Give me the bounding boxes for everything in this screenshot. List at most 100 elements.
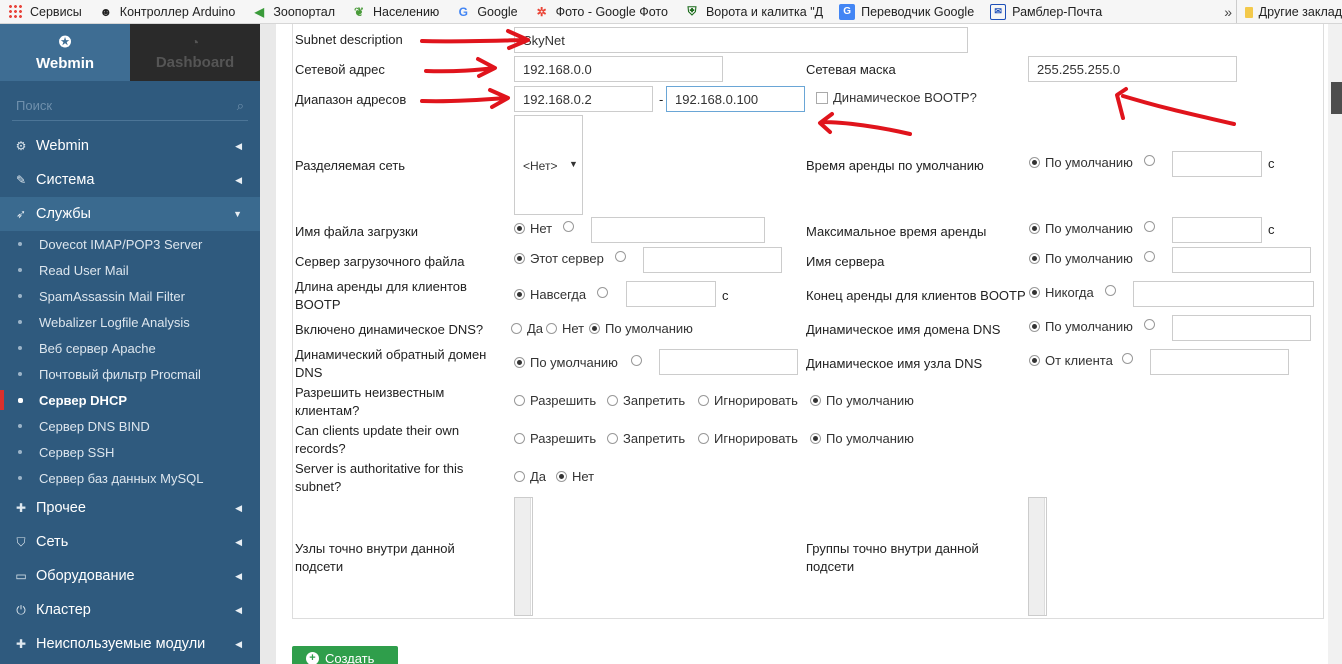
sidebar-sub-dovecot[interactable]: Dovecot IMAP/POP3 Server bbox=[0, 231, 260, 257]
netmask-input[interactable]: 255.255.255.0 bbox=[1028, 56, 1237, 82]
bookmark-google-photos[interactable]: ✲ Фото - Google Фото bbox=[526, 0, 676, 23]
updates-deny-radio[interactable]: Запретить bbox=[607, 431, 685, 446]
ddns-yes-radio[interactable]: Да bbox=[511, 321, 543, 336]
tab-webmin[interactable]: ✪ Webmin bbox=[0, 24, 130, 81]
ddns-rev-custom-radio[interactable] bbox=[631, 355, 642, 366]
server-name-custom-radio[interactable] bbox=[1144, 251, 1155, 262]
ddns-host-custom-radio[interactable] bbox=[1122, 353, 1133, 364]
bootp-end-custom-radio[interactable] bbox=[1105, 285, 1116, 296]
server-name-default-radio[interactable]: По умолчанию bbox=[1029, 251, 1133, 266]
zooportal-icon: ◀ bbox=[254, 4, 264, 19]
ddns-rev-input[interactable] bbox=[659, 349, 798, 375]
scrollbar[interactable] bbox=[1328, 24, 1342, 664]
hosts-listbox[interactable] bbox=[514, 497, 533, 616]
boot-server-custom-radio[interactable] bbox=[615, 251, 626, 262]
updates-default-radio[interactable]: По умолчанию bbox=[810, 431, 914, 446]
updates-ignore-radio[interactable]: Игнорировать bbox=[698, 431, 798, 446]
network-address-input[interactable]: 192.168.0.0 bbox=[514, 56, 723, 82]
unknown-ignore-radio[interactable]: Игнорировать bbox=[698, 393, 798, 408]
bookmark-arduino[interactable]: ☻ Контроллер Arduino bbox=[90, 0, 244, 23]
bootp-lease-input[interactable] bbox=[626, 281, 716, 307]
ddns-domain-default-radio[interactable]: По умолчанию bbox=[1029, 319, 1133, 334]
webmin-logo-icon: ✪ bbox=[58, 34, 72, 51]
unknown-deny-radio[interactable]: Запретить bbox=[607, 393, 685, 408]
bookmarks-more-button[interactable]: » bbox=[1224, 0, 1232, 23]
ddns-domain-custom-radio[interactable] bbox=[1144, 319, 1155, 330]
dynamic-bootp-checkbox[interactable]: Динамическое BOOTP? bbox=[816, 90, 977, 105]
sidebar-sub-mysql[interactable]: Сервер баз данных MySQL bbox=[0, 465, 260, 491]
other-bookmarks[interactable]: Другие заклад bbox=[1236, 0, 1342, 23]
sidebar-sub-spamassassin[interactable]: SpamAssassin Mail Filter bbox=[0, 283, 260, 309]
label-subnet-description: Subnet description bbox=[295, 32, 403, 47]
boot-file-none-radio[interactable]: Нет bbox=[514, 221, 552, 236]
bookmark-gates[interactable]: ⛨ Ворота и калитка "Д bbox=[676, 0, 831, 23]
scrollbar-thumb[interactable] bbox=[1331, 82, 1342, 114]
max-lease-default-radio[interactable]: По умолчанию bbox=[1029, 221, 1133, 236]
label-boot-server: Сервер загрузочного файла bbox=[295, 254, 465, 269]
ddns-no-radio[interactable]: Нет bbox=[546, 321, 584, 336]
boot-server-this-radio[interactable]: Этот сервер bbox=[514, 251, 604, 266]
bookmark-zooportal[interactable]: ◀ Зоопортал bbox=[243, 0, 343, 23]
sidebar-sub-ssh[interactable]: Сервер SSH bbox=[0, 439, 260, 465]
bookmark-naseleniyu[interactable]: ❦ Населению bbox=[343, 0, 447, 23]
bootp-end-never-radio[interactable]: Никогда bbox=[1029, 285, 1094, 300]
sidebar-sub-apache[interactable]: Веб сервер Apache bbox=[0, 335, 260, 361]
ddns-host-input[interactable] bbox=[1150, 349, 1289, 375]
unknown-default-radio[interactable]: По умолчанию bbox=[810, 393, 914, 408]
bookmark-translate[interactable]: G Переводчик Google bbox=[831, 0, 982, 23]
range-end-input[interactable]: 192.168.0.100 bbox=[666, 86, 805, 112]
ddns-domain-input[interactable] bbox=[1172, 315, 1311, 341]
sidebar-item-services[interactable]: ➶ Службы ▼ bbox=[0, 197, 260, 231]
google-icon: G bbox=[458, 4, 468, 19]
default-lease-default-radio[interactable]: По умолчанию bbox=[1029, 155, 1133, 170]
sidebar-item-unused[interactable]: ✚ Неиспользуемые модули ◀ bbox=[0, 627, 260, 661]
sidebar-sub-bind[interactable]: Сервер DNS BIND bbox=[0, 413, 260, 439]
sidebar: ✪ Webmin ◔ Dashboard Поиск ⌕ ⚙ Webmin ◀ ✎ С… bbox=[0, 24, 260, 664]
ddns-default-radio[interactable]: По умолчанию bbox=[589, 321, 693, 336]
max-lease-input[interactable] bbox=[1172, 217, 1262, 243]
label-boot-file: Имя файла загрузки bbox=[295, 224, 418, 239]
sidebar-item-network[interactable]: ⛉ Сеть ◀ bbox=[0, 525, 260, 559]
search-input[interactable]: Поиск ⌕ bbox=[12, 91, 248, 121]
shared-network-select[interactable]: <Нет> ▼ bbox=[514, 115, 583, 215]
bookmark-rambler[interactable]: ✉ Рамблер-Почта bbox=[982, 0, 1110, 23]
sidebar-item-system[interactable]: ✎ Система ◀ bbox=[0, 163, 260, 197]
sidebar-item-hardware[interactable]: ▭ Оборудование ◀ bbox=[0, 559, 260, 593]
label-default-lease: Время аренды по умолчанию bbox=[806, 158, 984, 173]
bookmark-apps[interactable]: Сервисы bbox=[0, 0, 90, 23]
default-lease-input[interactable] bbox=[1172, 151, 1262, 177]
updates-allow-radio[interactable]: Разрешить bbox=[514, 431, 596, 446]
sidebar-item-webmin[interactable]: ⚙ Webmin ◀ bbox=[0, 129, 260, 163]
boot-file-input[interactable] bbox=[591, 217, 765, 243]
ddns-rev-default-radio[interactable]: По умолчанию bbox=[514, 355, 618, 370]
sidebar-sub-read-user-mail[interactable]: Read User Mail bbox=[0, 257, 260, 283]
authoritative-yes-radio[interactable]: Да bbox=[514, 469, 546, 484]
sidebar-sub-webalizer[interactable]: Webalizer Logfile Analysis bbox=[0, 309, 260, 335]
range-start-input[interactable]: 192.168.0.2 bbox=[514, 86, 653, 112]
default-lease-custom-radio[interactable] bbox=[1144, 155, 1155, 166]
tab-dashboard[interactable]: ◔ Dashboard bbox=[130, 24, 260, 81]
boot-server-input[interactable] bbox=[643, 247, 782, 273]
bootp-end-input[interactable] bbox=[1133, 281, 1314, 307]
label-shared-network: Разделяемая сеть bbox=[295, 158, 406, 173]
unknown-allow-radio[interactable]: Разрешить bbox=[514, 393, 596, 408]
subnet-description-input[interactable]: SkyNet bbox=[514, 27, 968, 53]
sidebar-sub-dhcp[interactable]: Сервер DHCP bbox=[0, 387, 260, 413]
max-lease-custom-radio[interactable] bbox=[1144, 221, 1155, 232]
authoritative-no-radio[interactable]: Нет bbox=[556, 469, 594, 484]
label-ddns-host: Динамическое имя узла DNS bbox=[806, 356, 983, 371]
ddns-host-client-radio[interactable]: От клиента bbox=[1029, 353, 1113, 368]
sidebar-item-other[interactable]: ✚ Прочее ◀ bbox=[0, 491, 260, 525]
server-name-input[interactable] bbox=[1172, 247, 1311, 273]
groups-listbox[interactable] bbox=[1028, 497, 1047, 616]
bootp-lease-unit: с bbox=[722, 288, 729, 303]
sidebar-sub-procmail[interactable]: Почтовый фильтр Procmail bbox=[0, 361, 260, 387]
bookmark-google[interactable]: G Google bbox=[447, 0, 525, 23]
label-ddns-rev-1: Динамический обратный домен bbox=[295, 347, 487, 362]
create-button[interactable]: + Создать bbox=[292, 646, 398, 664]
sidebar-item-cluster[interactable]: ⏻ Кластер ◀ bbox=[0, 593, 260, 627]
bootp-lease-forever-radio[interactable]: Навсегда bbox=[514, 287, 586, 302]
bootp-lease-custom-radio[interactable] bbox=[597, 287, 608, 298]
boot-file-custom-radio[interactable] bbox=[563, 221, 574, 232]
bookmarks-bar: Сервисы ☻ Контроллер Arduino ◀ Зоопортал ❦… bbox=[0, 0, 1342, 24]
